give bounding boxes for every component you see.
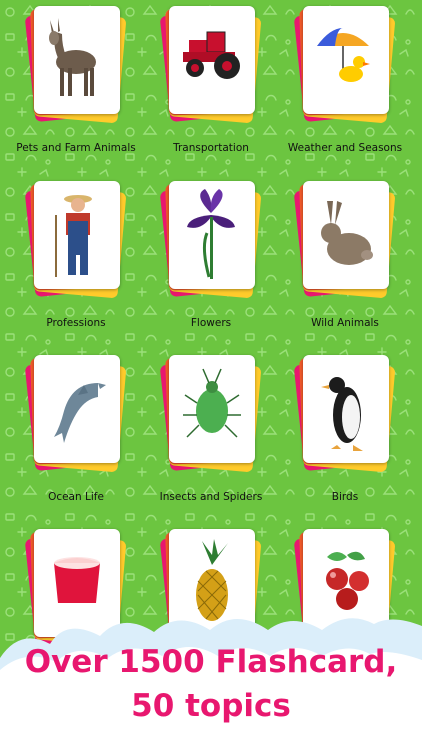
card-stack (24, 181, 127, 299)
topic-card-wild-animals[interactable]: Wild Animals (275, 177, 415, 347)
topic-label: Weather and Seasons (287, 142, 403, 154)
topic-label: Transportation (173, 142, 249, 154)
topic-card-birds[interactable]: Birds (275, 351, 415, 521)
card-stack (293, 6, 396, 124)
topic-card-weather[interactable]: Weather and Seasons (275, 2, 415, 172)
rabbit-icon (303, 181, 389, 289)
umbrella-duck-icon (303, 6, 389, 114)
green-bug-icon (169, 355, 255, 463)
topic-label: Professions (46, 317, 106, 329)
card-stack (159, 6, 262, 124)
dolphin-icon (34, 355, 120, 463)
topic-card-flowers[interactable]: Flowers (141, 177, 281, 347)
topic-label: Birds (331, 491, 359, 503)
promo-headline: Over 1500 Flashcard, 50 topics (0, 640, 422, 728)
tractor-icon (169, 6, 255, 114)
iris-flower-icon (169, 181, 255, 289)
topic-label: Insects and Spiders (159, 491, 263, 503)
card-stack (159, 181, 262, 299)
topic-card-professions[interactable]: Professions (6, 177, 146, 347)
topic-card-transportation[interactable]: Transportation (141, 2, 281, 172)
farmer-icon (34, 181, 120, 289)
card-stack (24, 355, 127, 473)
topic-label: Ocean Life (48, 491, 104, 503)
card-stack (24, 6, 127, 124)
topic-card-pets[interactable]: Pets and Farm Animals (6, 2, 146, 172)
topic-label: Flowers (190, 317, 232, 329)
topic-label: Wild Animals (311, 317, 379, 329)
topic-card-insects[interactable]: Insects and Spiders (141, 351, 281, 521)
topic-card-ocean-life[interactable]: Ocean Life (6, 351, 146, 521)
card-stack (159, 355, 262, 473)
headline-line-1: Over 1500 Flashcard, (24, 644, 398, 680)
penguin-icon (303, 355, 389, 463)
donkey-icon (34, 6, 120, 114)
card-stack (293, 355, 396, 473)
topic-label: Pets and Farm Animals (16, 142, 136, 154)
card-stack (293, 181, 396, 299)
headline-line-2: 50 topics (131, 688, 291, 724)
